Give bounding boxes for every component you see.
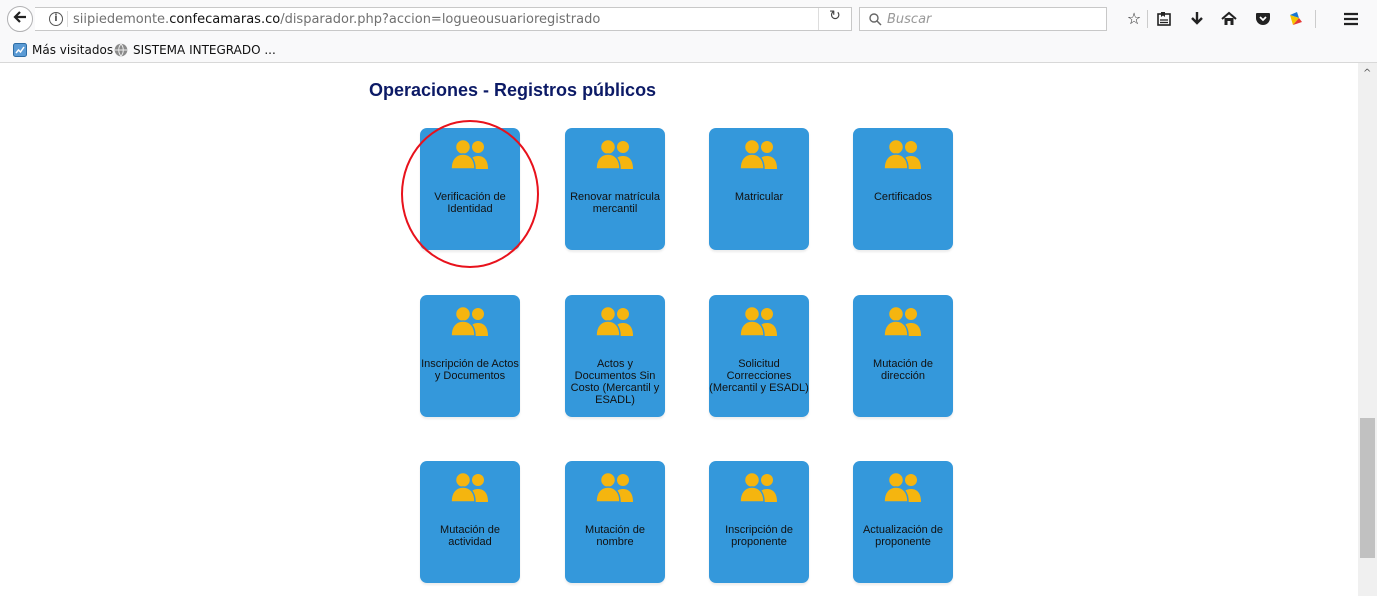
tile-label: Mutación de nombre bbox=[585, 524, 645, 548]
tile-verificacion-identidad[interactable]: Verificación de Identidad bbox=[420, 128, 520, 250]
tile-inscripcion-proponente[interactable]: Inscripción de proponente bbox=[709, 461, 809, 583]
tile-mutacion-nombre[interactable]: Mutación de nombre bbox=[565, 461, 665, 583]
tile-mutacion-direccion[interactable]: Mutación de dirección bbox=[853, 295, 953, 417]
users-icon bbox=[739, 305, 778, 337]
search-icon bbox=[869, 10, 882, 30]
tile-label: Actualización de proponente bbox=[862, 524, 944, 548]
tile-label: Matricular bbox=[734, 191, 784, 203]
pocket-icon[interactable] bbox=[1252, 8, 1274, 30]
back-button[interactable] bbox=[7, 6, 33, 32]
bookmark-sistema-integrado[interactable]: SISTEMA INTEGRADO ... bbox=[114, 43, 276, 57]
tile-label: Actos y Documentos Sin Costo (Mercantil … bbox=[570, 358, 660, 406]
tile-renovar-matricula[interactable]: Renovar matrícula mercantil bbox=[565, 128, 665, 250]
url-text[interactable]: siipiedemonte.confecamaras.co/disparador… bbox=[73, 12, 600, 27]
scrollbar-thumb[interactable] bbox=[1360, 418, 1375, 558]
tile-label: Mutación de actividad bbox=[440, 524, 500, 548]
reading-list-icon[interactable] bbox=[1153, 8, 1175, 30]
tile-actos-sin-costo[interactable]: Actos y Documentos Sin Costo (Mercantil … bbox=[565, 295, 665, 417]
search-input[interactable]: Buscar bbox=[887, 12, 931, 27]
star-icon[interactable]: ☆ bbox=[1123, 8, 1145, 30]
most-visited-icon bbox=[13, 43, 27, 57]
users-icon bbox=[883, 471, 922, 503]
users-icon bbox=[739, 138, 778, 170]
scroll-up-arrow-icon[interactable]: ^ bbox=[1363, 68, 1371, 79]
search-bar[interactable]: Buscar bbox=[859, 7, 1107, 31]
bookmark-label: Más visitados bbox=[32, 43, 114, 57]
bookmark-most-visited[interactable]: Más visitados bbox=[13, 43, 113, 57]
users-icon bbox=[450, 471, 489, 503]
tile-inscripcion-actos[interactable]: Inscripción de Actos y Documentos bbox=[420, 295, 520, 417]
menu-icon[interactable] bbox=[1340, 8, 1362, 30]
url-host: confecamaras.co bbox=[169, 12, 281, 27]
users-icon bbox=[739, 471, 778, 503]
vertical-scrollbar[interactable]: ^ bbox=[1358, 63, 1377, 596]
tile-label: Solicitud Correcciones (Mercantil y ESAD… bbox=[709, 358, 809, 394]
browser-navbar: i siipiedemonte.confecamaras.co/disparad… bbox=[0, 0, 1377, 38]
download-icon[interactable] bbox=[1186, 8, 1208, 30]
toolbar-divider bbox=[1147, 10, 1148, 28]
reload-icon[interactable]: ↻ bbox=[818, 8, 851, 30]
url-prefix: siipiedemonte. bbox=[73, 12, 170, 27]
toolbar-divider bbox=[1315, 10, 1316, 28]
url-divider bbox=[67, 11, 68, 27]
info-icon[interactable]: i bbox=[49, 12, 63, 26]
extension-icon[interactable] bbox=[1285, 8, 1307, 30]
tile-actualizacion-proponente[interactable]: Actualización de proponente bbox=[853, 461, 953, 583]
tile-solicitud-correcciones[interactable]: Solicitud Correcciones (Mercantil y ESAD… bbox=[709, 295, 809, 417]
url-bar[interactable]: i siipiedemonte.confecamaras.co/disparad… bbox=[35, 7, 852, 31]
tile-label: Verificación de Identidad bbox=[434, 191, 506, 215]
bookmark-label: SISTEMA INTEGRADO ... bbox=[133, 43, 276, 57]
tile-matricular[interactable]: Matricular bbox=[709, 128, 809, 250]
tile-label: Renovar matrícula mercantil bbox=[570, 191, 660, 215]
users-icon bbox=[450, 305, 489, 337]
back-arrow-icon bbox=[13, 10, 27, 29]
tile-certificados[interactable]: Certificados bbox=[853, 128, 953, 250]
tile-label: Mutación de dirección bbox=[873, 358, 933, 382]
users-icon bbox=[595, 305, 634, 337]
globe-icon bbox=[114, 43, 128, 57]
users-icon bbox=[883, 138, 922, 170]
tile-label: Inscripción de proponente bbox=[725, 524, 793, 548]
bookmarks-toolbar: Más visitados SISTEMA INTEGRADO ... bbox=[0, 38, 1377, 63]
tile-mutacion-actividad[interactable]: Mutación de actividad bbox=[420, 461, 520, 583]
tile-label: Inscripción de Actos y Documentos bbox=[421, 358, 519, 382]
tile-label: Certificados bbox=[873, 191, 933, 203]
users-icon bbox=[450, 138, 489, 170]
url-path: /disparador.php?accion=logueousuarioregi… bbox=[280, 12, 601, 27]
users-icon bbox=[883, 305, 922, 337]
users-icon bbox=[595, 471, 634, 503]
home-icon[interactable] bbox=[1218, 8, 1240, 30]
page-title: Operaciones - Registros públicos bbox=[369, 80, 657, 100]
users-icon bbox=[595, 138, 634, 170]
